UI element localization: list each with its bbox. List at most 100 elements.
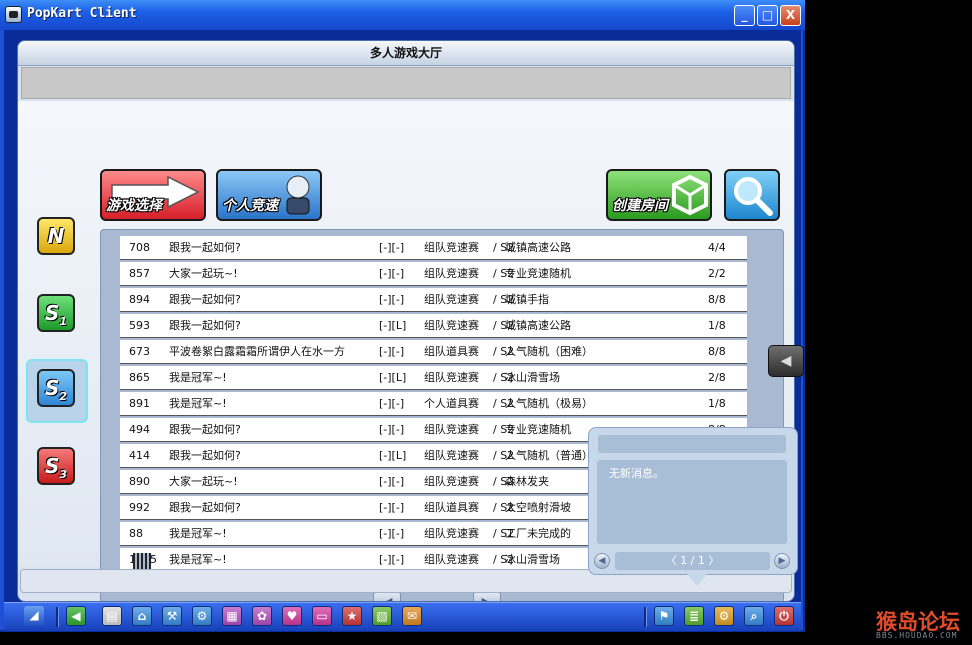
room-channel: / S2 (493, 475, 515, 488)
message-prev-button[interactable]: ◀ (594, 553, 610, 569)
room-name: 跟我一起如何? (169, 293, 241, 306)
room-channel: / S2 (493, 293, 515, 306)
room-channel: / S2 (493, 241, 515, 254)
room-flags: [-][L] (379, 371, 407, 384)
room-flags: [-][L] (379, 449, 407, 462)
room-id: 593 (129, 319, 150, 332)
channel-n-button[interactable]: N (37, 217, 75, 255)
watermark-url: BBS.HOUDAO.COM (876, 631, 958, 640)
room-channel: / S2 (493, 267, 515, 280)
community-icon[interactable]: ⚑ (654, 606, 674, 626)
room-players: 2/8 (708, 371, 726, 384)
room-flags: [-][-] (379, 553, 405, 566)
room-id: 857 (129, 267, 150, 280)
room-id: 890 (129, 475, 150, 488)
room-id: 673 (129, 345, 150, 358)
channel-s1-button[interactable]: S1 (37, 294, 75, 332)
garage-icon[interactable]: ⚙ (192, 606, 212, 626)
app-icon (5, 6, 22, 23)
mail-icon[interactable]: ✉ (402, 606, 422, 626)
room-mode: 个人道具赛 (424, 397, 479, 410)
room-players: 1/8 (708, 397, 726, 410)
back-icon[interactable]: ◀ (66, 606, 86, 626)
message-pager: 〈 1 / 1 〉 (615, 552, 770, 570)
room-players: 2/2 (708, 267, 726, 280)
room-row[interactable]: 865 我是冠军~! [-][L] 组队竞速赛 冰山滑雪场 2/8/ S2 (120, 366, 747, 390)
room-players: 1/8 (708, 319, 726, 332)
shop-icon[interactable]: ▤ (102, 606, 122, 626)
channel-s3-button[interactable]: S3 (37, 447, 75, 485)
room-channel: / S2 (493, 345, 515, 358)
room-row[interactable]: 708 跟我一起如何? [-][-] 组队竞速赛 城镇高速公路 4/4 / S2 (120, 236, 747, 260)
club-icon[interactable]: ✿ (252, 606, 272, 626)
room-flags: [-][-] (379, 293, 405, 306)
room-mode: 组队竞速赛 (424, 293, 479, 306)
map-icon[interactable]: ▧ (372, 606, 392, 626)
gift-icon[interactable]: ▦ (222, 606, 242, 626)
window-title: PopKart Client (27, 6, 137, 21)
room-name: 大家一起玩~! (169, 267, 238, 280)
room-id: 708 (129, 241, 150, 254)
solo-race-button[interactable]: 个人竞速 (216, 169, 322, 221)
room-name: 跟我一起如何? (169, 501, 241, 514)
search-room-button[interactable] (724, 169, 780, 221)
room-name: 跟我一起如何? (169, 241, 241, 254)
power-icon[interactable]: ⏻ (774, 606, 794, 626)
stars-icon[interactable]: ★ (342, 606, 362, 626)
room-id: 891 (129, 397, 150, 410)
room-mode: 组队竞速赛 (424, 423, 479, 436)
taskbar-separator (56, 607, 59, 627)
taskbar-separator (644, 607, 647, 627)
create-room-button[interactable]: 创建房间 (606, 169, 712, 221)
room-name: 跟我一起如何? (169, 319, 241, 332)
room-id: 494 (129, 423, 150, 436)
room-mode: 组队竞速赛 (424, 553, 479, 566)
side-panel-toggle[interactable]: ◀ (768, 345, 804, 377)
room-name: 我是冠军~! (169, 527, 227, 540)
heart-icon[interactable]: ♥ (282, 606, 302, 626)
room-map: 人气随机（普通） (505, 449, 593, 462)
room-name: 我是冠军~! (169, 553, 227, 566)
room-channel: / S2 (493, 423, 515, 436)
maximize-button[interactable]: □ (757, 5, 778, 26)
room-row[interactable]: 593 跟我一起如何? [-][L] 组队竞速赛 城镇高速公路 1/8 / S2 (120, 314, 747, 338)
room-players: 4/4 (708, 241, 726, 254)
home-icon[interactable]: ⌂ (132, 606, 152, 626)
room-mode: 组队竞速赛 (424, 449, 479, 462)
room-mode: 组队竞速赛 (424, 475, 479, 488)
room-row[interactable]: 891 我是冠军~! [-][-] 个人道具赛 人气随机（极易） 1/8 / S2 (120, 392, 747, 416)
room-channel: / S2 (493, 319, 515, 332)
search-icon[interactable]: ⌕ (744, 606, 764, 626)
room-flags: [-][-] (379, 475, 405, 488)
tools-icon[interactable]: ⚒ (162, 606, 182, 626)
room-players: 8/8 (708, 345, 726, 358)
notes-icon[interactable]: ≣ (684, 606, 704, 626)
channel-s2-button[interactable]: S2 (37, 369, 75, 407)
room-name: 大家一起玩~! (169, 475, 238, 488)
room-mode: 组队竞速赛 (424, 527, 479, 540)
room-name: 跟我一起如何? (169, 423, 241, 436)
room-row[interactable]: 673 平波卷絮白露霜霜所谓伊人在水一方 [-][-] 组队道具赛 人气随机（困难） 8/… (120, 340, 747, 364)
room-flags: [-][-] (379, 423, 405, 436)
settings-icon[interactable]: ⚙ (714, 606, 734, 626)
message-next-button[interactable]: ▶ (774, 553, 790, 569)
room-channel: / S2 (493, 527, 515, 540)
title-bar[interactable]: PopKart Client _ □ X (0, 0, 805, 30)
minimize-button[interactable]: _ (734, 5, 755, 26)
room-channel: / S2 (493, 449, 515, 462)
room-id: 414 (129, 449, 150, 462)
room-row[interactable]: 894 跟我一起如何? [-][-] 组队竞速赛 城镇手指 8/8/ S2 (120, 288, 747, 312)
room-flags: [-][-] (379, 501, 405, 514)
room-channel: / S2 (493, 553, 515, 566)
message-header (598, 435, 786, 453)
room-row[interactable]: 857 大家一起玩~! [-][-] 组队竞速赛 专业竞速随机 2/2 / S2 (120, 262, 747, 286)
room-map: 城镇高速公路 (505, 241, 571, 254)
room-flags: [-][L] (379, 319, 407, 332)
room-flags: [-][-] (379, 527, 405, 540)
start-logo-icon[interactable]: ◢ (24, 606, 44, 626)
game-select-button[interactable]: 游戏选择 (100, 169, 206, 221)
close-button[interactable]: X (780, 5, 801, 26)
room-map: 城镇高速公路 (505, 319, 571, 332)
book-icon[interactable]: ▭ (312, 606, 332, 626)
room-map: 专业竞速随机 (505, 423, 571, 436)
